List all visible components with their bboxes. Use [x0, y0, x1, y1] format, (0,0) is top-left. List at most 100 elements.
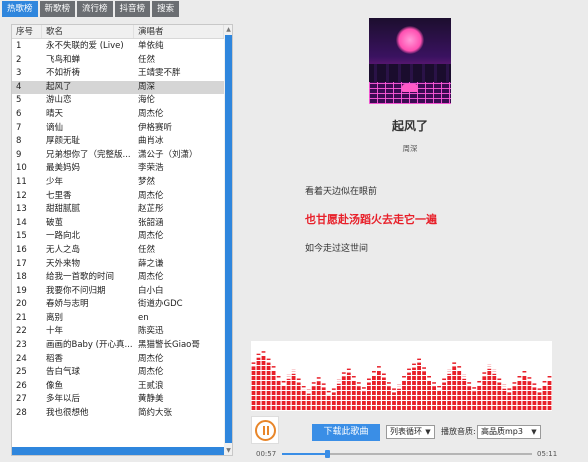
tab-2[interactable]: 流行榜: [77, 1, 113, 17]
table-row[interactable]: 23 画画的Baby (开心真... 黑猫警长Giao哥: [12, 339, 224, 353]
table-row[interactable]: 15 一路向北 周杰伦: [12, 230, 224, 244]
table-row[interactable]: 18 给我一首歌的时间 周杰伦: [12, 271, 224, 285]
table-header: 序号 歌名 演唱者: [12, 25, 224, 39]
table-row[interactable]: 12 七里香 周杰伦: [12, 190, 224, 204]
header-song-name[interactable]: 歌名: [42, 25, 134, 38]
spectrum-peak: [402, 376, 406, 378]
table-row[interactable]: 22 十年 陈奕迅: [12, 325, 224, 339]
spectrum-peak: [522, 371, 527, 373]
progress-slider[interactable]: [282, 450, 532, 458]
row-number: 14: [16, 217, 27, 228]
header-no[interactable]: 序号: [12, 25, 42, 38]
quality-value: 高品质mp3: [481, 427, 523, 436]
row-artist: 梦然: [138, 176, 156, 187]
header-artist[interactable]: 演唱者: [134, 25, 224, 38]
table-row[interactable]: 21 离别 en: [12, 312, 224, 326]
spectrum-bar: [502, 388, 507, 411]
row-artist: 周杰伦: [138, 367, 164, 378]
row-song-name: 甜甜腻腻: [46, 204, 81, 215]
table-row[interactable]: 13 甜甜腻腻 赵芷彤: [12, 203, 224, 217]
row-artist: 黄静美: [138, 394, 164, 405]
row-number: 24: [16, 353, 27, 364]
tab-1[interactable]: 新歌榜: [39, 1, 76, 17]
song-title: 起风了: [391, 119, 428, 133]
row-number: 21: [16, 312, 27, 323]
spectrum-peak: [351, 376, 356, 378]
table-row[interactable]: 9 兄弟想你了（完整版... 潇公子（刘潇）: [12, 149, 224, 163]
table-row[interactable]: 10 最美妈妈 李荣浩: [12, 162, 224, 176]
table-row[interactable]: 3 不如祈祷 王靖雯不胖: [12, 67, 224, 81]
table-row[interactable]: 26 像鱼 王贰浪: [12, 380, 224, 394]
spectrum-peak: [472, 387, 477, 389]
scrollbar-thumb[interactable]: [225, 35, 232, 443]
horizontal-scrollbar[interactable]: [12, 447, 224, 455]
table-row[interactable]: 8 厚颜无耻 曲肖冰: [12, 135, 224, 149]
table-row[interactable]: 20 春娇与志明 街道办GDC: [12, 298, 224, 312]
spectrum-bar: [512, 386, 517, 411]
table-row[interactable]: 1 永不失联的爱 (Live) 单依纯: [12, 40, 224, 54]
table-row[interactable]: 14 破茧 张韶涵: [12, 217, 224, 231]
table-row[interactable]: 6 晴天 周杰伦: [12, 108, 224, 122]
spectrum-peak: [321, 383, 326, 385]
table-row[interactable]: 19 我要你不问归期 白小白: [12, 285, 224, 299]
spectrum-gap: [251, 400, 552, 401]
spectrum-peak: [422, 367, 426, 369]
lyric-line-current: 也甘愿赴汤蹈火去走它一遍: [305, 213, 437, 226]
spectrum-peak: [467, 382, 472, 384]
row-artist: 周杰伦: [138, 231, 164, 242]
row-artist: 海伦: [138, 95, 156, 106]
table-row[interactable]: 28 我也很想他 简约大张: [12, 407, 224, 421]
table-row[interactable]: 16 无人之岛 任然: [12, 244, 224, 258]
table-row[interactable]: 27 多年以后 黄静美: [12, 393, 224, 407]
row-song-name: 飞鸟和蝉: [46, 54, 81, 65]
tab-0[interactable]: 热歌榜: [2, 1, 38, 17]
row-artist: 任然: [138, 54, 156, 65]
scroll-down-icon[interactable]: ▼: [224, 446, 232, 455]
table-row[interactable]: 2 飞鸟和蝉 任然: [12, 54, 224, 68]
row-song-name: 告白气球: [46, 367, 81, 378]
spectrum-peak: [432, 382, 436, 384]
table-row[interactable]: 11 少年 梦然: [12, 176, 224, 190]
row-artist: 伊格赛听: [138, 122, 173, 133]
spectrum-gap: [251, 345, 552, 346]
spectrum-bar: [467, 386, 472, 411]
table-row[interactable]: 5 游山恋 海伦: [12, 94, 224, 108]
spectrum-bar: [296, 382, 301, 411]
spectrum-peak: [256, 353, 261, 356]
row-artist: 潇公子（刘潇）: [138, 149, 198, 160]
row-song-name: 天外来物: [46, 258, 81, 269]
play-mode-value: 列表循环: [390, 427, 422, 436]
row-song-name: 无人之岛: [46, 244, 81, 255]
play-mode-select[interactable]: 列表循环 ▼: [386, 425, 435, 439]
row-artist: 单依纯: [138, 41, 164, 51]
tab-3[interactable]: 抖音榜: [114, 1, 151, 17]
download-button[interactable]: 下载此歌曲: [312, 424, 380, 441]
row-song-name: 像鱼: [46, 380, 64, 391]
spectrum-bar: [477, 385, 482, 411]
spectrum-peak: [271, 366, 276, 368]
row-artist: 周杰伦: [138, 108, 164, 119]
quality-select[interactable]: 高品质mp3 ▼: [477, 425, 541, 439]
spectrum-peak: [507, 388, 512, 390]
row-number: 20: [16, 299, 27, 310]
row-artist: 任然: [138, 244, 156, 255]
spectrum-gap: [251, 375, 552, 376]
row-number: 11: [16, 176, 27, 187]
spectrum-peak: [497, 378, 502, 380]
pause-button[interactable]: [251, 416, 279, 444]
vertical-scrollbar[interactable]: ▲ ▼: [224, 25, 232, 455]
row-song-name: 我要你不问归期: [46, 285, 106, 296]
table-row[interactable]: 7 谪仙 伊格赛听: [12, 122, 224, 136]
scroll-up-icon[interactable]: ▲: [224, 25, 232, 34]
progress-handle[interactable]: [325, 450, 330, 458]
tab-4[interactable]: 搜索: [152, 1, 180, 17]
spectrum-peak: [382, 373, 386, 375]
spectrum-gap: [251, 360, 552, 361]
table-row[interactable]: 4 起风了 周深: [12, 80, 224, 95]
table-row[interactable]: 24 稻香 周杰伦: [12, 353, 224, 367]
song-table: 序号 歌名 演唱者 1 永不失联的爱 (Live) 单依纯 2 飞鸟和蝉 任然 3 不如祈祷王…: [11, 24, 233, 456]
table-row[interactable]: 25 告白气球 周杰伦: [12, 366, 224, 380]
table-row[interactable]: 17 天外来物 薛之谦: [12, 258, 224, 272]
row-artist: 曲肖冰: [138, 136, 164, 147]
spectrum-bar: [432, 386, 436, 411]
